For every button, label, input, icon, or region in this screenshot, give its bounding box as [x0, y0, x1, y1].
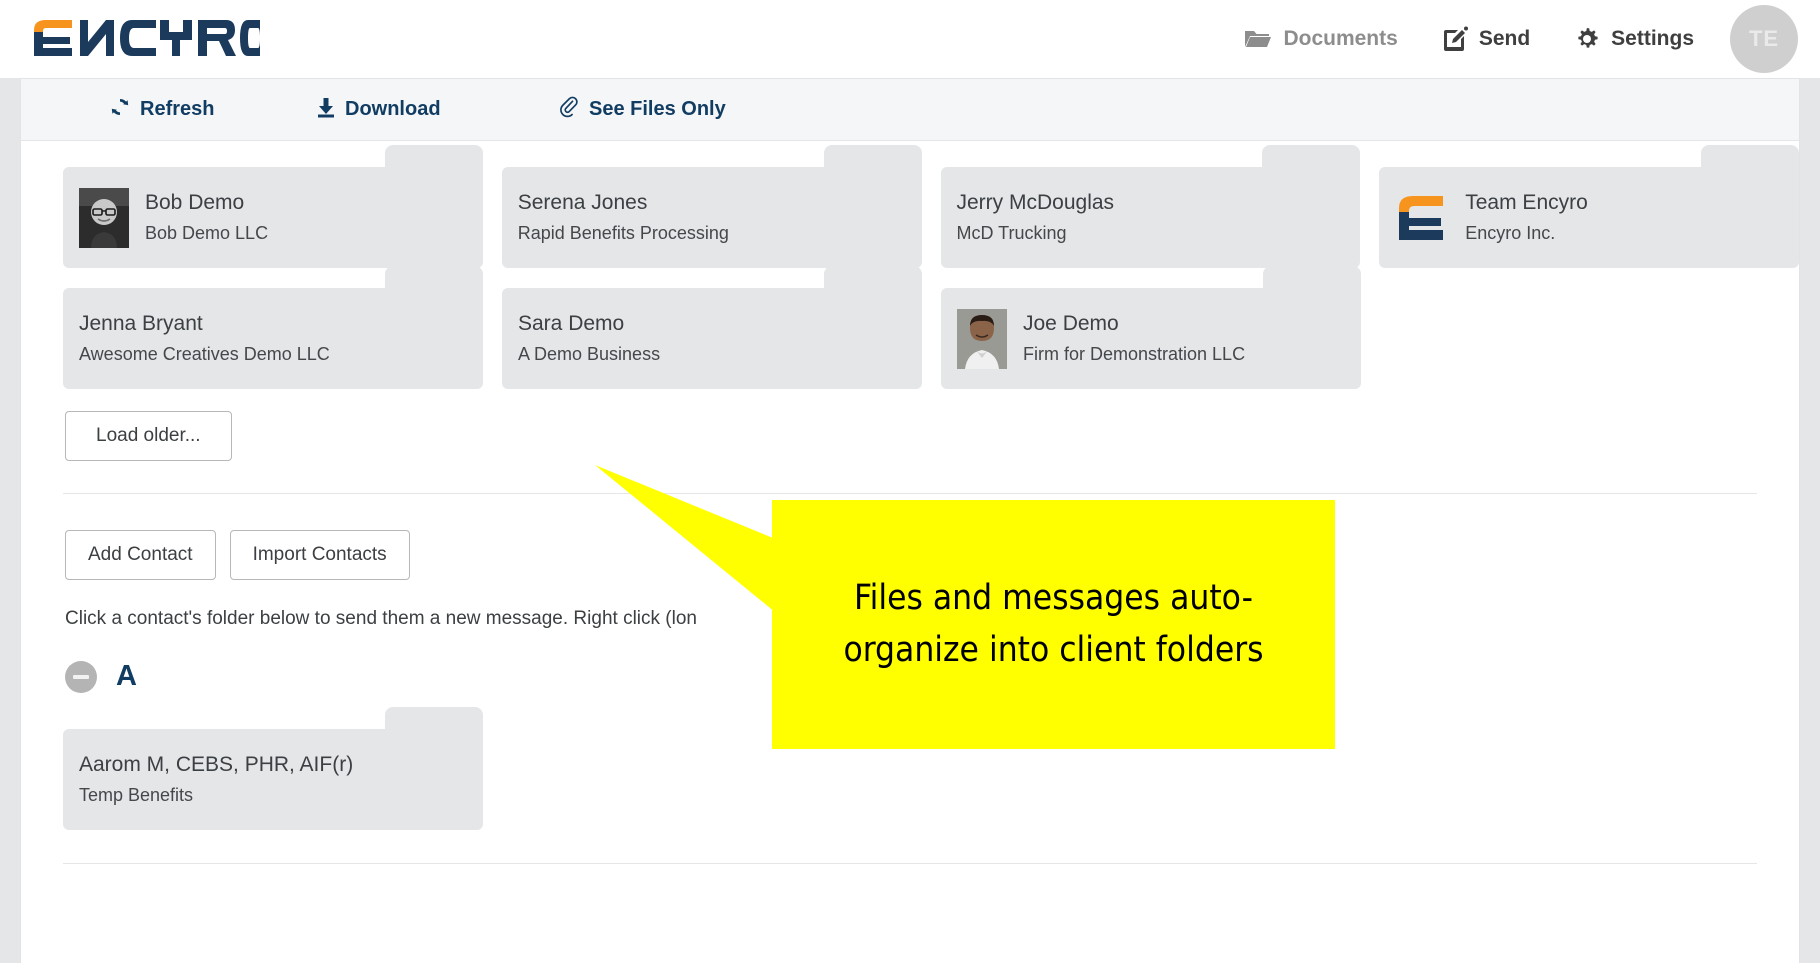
add-contact-button[interactable]: Add Contact	[65, 530, 216, 580]
see-files-only-button[interactable]: See Files Only	[558, 96, 726, 124]
contact-org: Rapid Benefits Processing	[517, 223, 729, 243]
gear-icon	[1574, 26, 1600, 52]
nav-item-documents[interactable]: Documents	[1222, 0, 1419, 78]
contact-org: Encyro Inc.	[1465, 223, 1556, 243]
callout-text: Files and messages auto-organize into cl…	[843, 578, 1264, 670]
recent-folders-area: Bob Demo Bob Demo LLC Serena Jones Rapid…	[21, 141, 1799, 461]
contact-avatar-photo	[957, 308, 1007, 369]
minus-circle-icon[interactable]	[65, 660, 97, 693]
contact-folder-serena-jones[interactable]: Serena Jones Rapid Benefits Processing	[501, 145, 922, 268]
contact-name: Aarom M, CEBS, PHR, AIF(r)	[79, 753, 354, 776]
contact-avatar-photo	[79, 187, 129, 248]
contact-org: A Demo Business	[518, 344, 661, 364]
import-contacts-button[interactable]: Import Contacts	[229, 530, 410, 580]
download-label: Download	[345, 98, 441, 120]
content-toolbar: Refresh Download See Files Only	[21, 79, 1799, 141]
see-files-only-label: See Files Only	[589, 98, 726, 120]
alpha-letter: A	[116, 660, 137, 692]
contact-org: McD Trucking	[956, 223, 1067, 243]
contact-folder-team-encyro[interactable]: Team Encyro Encyro Inc.	[1379, 145, 1799, 268]
contact-folder-aarom-m[interactable]: Aarom M, CEBS, PHR, AIF(r) Temp Benefits	[63, 707, 483, 830]
folder-tab	[823, 145, 922, 171]
folder-open-icon	[1244, 28, 1272, 50]
nav-label-settings: Settings	[1611, 27, 1694, 50]
contact-name: Bob Demo	[145, 191, 245, 214]
contact-org: Temp Benefits	[79, 785, 194, 805]
avatar[interactable]: TE	[1730, 5, 1798, 73]
folder-tab	[824, 266, 922, 292]
download-button[interactable]: Download	[316, 96, 441, 124]
contact-name: Sara Demo	[518, 312, 625, 335]
refresh-icon	[109, 96, 131, 124]
encyro-logo[interactable]	[30, 16, 260, 60]
contact-name: Jenna Bryant	[79, 312, 203, 335]
contact-folder-bob-demo[interactable]: Bob Demo Bob Demo LLC	[63, 145, 483, 268]
folder-tab	[385, 707, 483, 733]
contact-org: Awesome Creatives Demo LLC	[79, 344, 330, 364]
nav-label-documents: Documents	[1283, 27, 1398, 50]
compose-icon	[1442, 26, 1468, 52]
folder-tab	[1262, 145, 1361, 171]
top-header-bar: Documents Send Settings TE	[0, 0, 1820, 78]
contact-folder-sara-demo[interactable]: Sara Demo A Demo Business	[502, 266, 922, 389]
encyro-wordmark-icon	[34, 20, 260, 56]
contact-folder-jerry-mcdouglas[interactable]: Jerry McDouglas McD Trucking	[940, 145, 1361, 268]
folder-tab	[385, 266, 483, 292]
paperclip-icon	[558, 96, 580, 124]
load-older-button[interactable]: Load older...	[65, 411, 232, 461]
folder-tab	[1701, 145, 1799, 171]
contact-name: Joe Demo	[1023, 312, 1119, 335]
refresh-button[interactable]: Refresh	[109, 96, 214, 124]
contact-name: Serena Jones	[517, 191, 648, 214]
contact-name: Jerry McDouglas	[956, 191, 1115, 214]
contact-org: Bob Demo LLC	[145, 223, 269, 243]
folder-row: Jenna Bryant Awesome Creatives Demo LLC …	[21, 266, 1799, 389]
refresh-label: Refresh	[140, 98, 215, 120]
folder-tab	[384, 145, 483, 171]
nav-item-send[interactable]: Send	[1420, 0, 1552, 78]
nav-item-settings[interactable]: Settings	[1552, 0, 1716, 78]
contact-folder-joe-demo[interactable]: Joe Demo Firm for Demonstration LLC	[941, 266, 1361, 389]
top-navigation: Documents Send Settings TE	[1222, 0, 1798, 78]
nav-label-send: Send	[1478, 27, 1531, 50]
section-divider	[63, 863, 1757, 864]
encyro-mark-icon	[1395, 192, 1449, 244]
download-icon	[316, 96, 336, 124]
contact-name: Team Encyro	[1465, 191, 1588, 214]
folder-row: Bob Demo Bob Demo LLC Serena Jones Rapid…	[21, 145, 1799, 268]
contact-folder-jenna-bryant[interactable]: Jenna Bryant Awesome Creatives Demo LLC	[63, 266, 483, 389]
callout-box: Files and messages auto-organize into cl…	[772, 500, 1335, 749]
contact-org: Firm for Demonstration LLC	[1023, 344, 1246, 364]
folder-tab	[1263, 266, 1361, 292]
avatar-initials: TE	[1748, 26, 1780, 51]
